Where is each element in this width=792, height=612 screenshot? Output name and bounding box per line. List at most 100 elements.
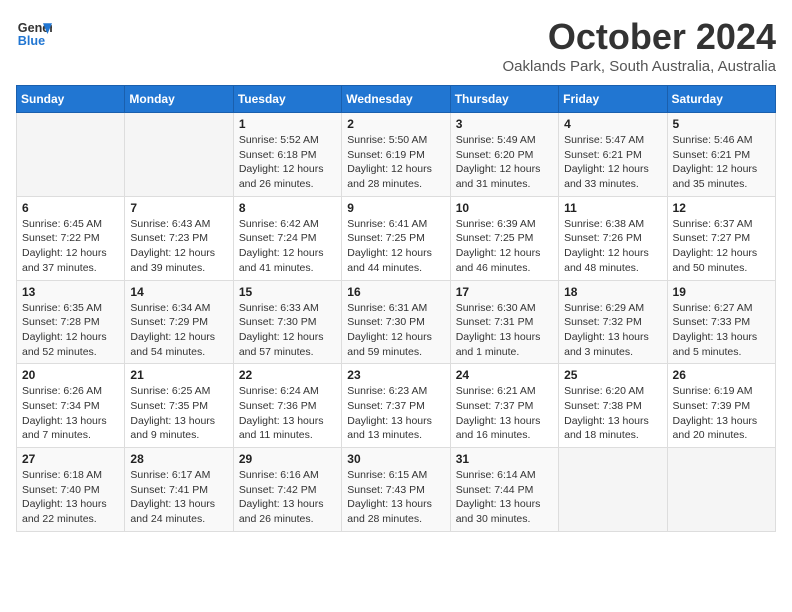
calendar-cell: 7 Sunrise: 6:43 AM Sunset: 7:23 PM Daylig… <box>125 196 233 280</box>
calendar-cell: 2Sunrise: 5:50 AM Sunset: 6:19 PM Daylig… <box>342 113 450 197</box>
svg-text:Blue: Blue <box>18 34 45 48</box>
calendar-cell: 9 Sunrise: 6:41 AM Sunset: 7:25 PM Daylig… <box>342 196 450 280</box>
calendar-cell: 3 Sunrise: 5:49 AM Sunset: 6:20 PM Daylig… <box>450 113 558 197</box>
day-number: 27 <box>22 452 119 466</box>
day-info: Sunrise: 5:49 AM Sunset: 6:20 PM Dayligh… <box>456 133 553 192</box>
day-info: Sunrise: 6:45 AM Sunset: 7:22 PM Dayligh… <box>22 217 119 276</box>
day-number: 3 <box>456 117 553 131</box>
calendar-cell: 15 Sunrise: 6:33 AM Sunset: 7:30 PM Dayli… <box>233 280 341 364</box>
calendar-cell: 20 Sunrise: 6:26 AM Sunset: 7:34 PM Dayli… <box>17 364 125 448</box>
day-number: 19 <box>673 285 770 299</box>
day-number: 1 <box>239 117 336 131</box>
day-info: Sunrise: 6:39 AM Sunset: 7:25 PM Dayligh… <box>456 217 553 276</box>
header-day-tuesday: Tuesday <box>233 86 341 113</box>
month-title: October 2024 <box>503 16 776 58</box>
calendar-cell: 6 Sunrise: 6:45 AM Sunset: 7:22 PM Daylig… <box>17 196 125 280</box>
calendar-week-row: 20 Sunrise: 6:26 AM Sunset: 7:34 PM Dayli… <box>17 364 776 448</box>
calendar-table: SundayMondayTuesdayWednesdayThursdayFrid… <box>16 85 776 532</box>
header-day-monday: Monday <box>125 86 233 113</box>
day-info: Sunrise: 6:31 AM Sunset: 7:30 PM Dayligh… <box>347 301 444 360</box>
logo: General Blue <box>16 16 52 52</box>
header-day-saturday: Saturday <box>667 86 775 113</box>
calendar-cell <box>559 448 667 532</box>
day-info: Sunrise: 6:14 AM Sunset: 7:44 PM Dayligh… <box>456 468 553 527</box>
day-info: Sunrise: 6:19 AM Sunset: 7:39 PM Dayligh… <box>673 384 770 443</box>
day-number: 5 <box>673 117 770 131</box>
header-day-wednesday: Wednesday <box>342 86 450 113</box>
day-number: 8 <box>239 201 336 215</box>
calendar-week-row: 6 Sunrise: 6:45 AM Sunset: 7:22 PM Daylig… <box>17 196 776 280</box>
calendar-cell: 16 Sunrise: 6:31 AM Sunset: 7:30 PM Dayli… <box>342 280 450 364</box>
day-info: Sunrise: 6:16 AM Sunset: 7:42 PM Dayligh… <box>239 468 336 527</box>
day-info: Sunrise: 6:29 AM Sunset: 7:32 PM Dayligh… <box>564 301 661 360</box>
day-number: 13 <box>22 285 119 299</box>
day-number: 16 <box>347 285 444 299</box>
day-number: 28 <box>130 452 227 466</box>
title-block: October 2024 Oaklands Park, South Austra… <box>503 16 776 75</box>
day-info: Sunrise: 6:17 AM Sunset: 7:41 PM Dayligh… <box>130 468 227 527</box>
day-info: Sunrise: 6:43 AM Sunset: 7:23 PM Dayligh… <box>130 217 227 276</box>
day-number: 11 <box>564 201 661 215</box>
calendar-cell: 23Sunrise: 6:23 AM Sunset: 7:37 PM Dayli… <box>342 364 450 448</box>
calendar-cell <box>125 113 233 197</box>
day-number: 21 <box>130 368 227 382</box>
day-number: 30 <box>347 452 444 466</box>
day-number: 7 <box>130 201 227 215</box>
day-info: Sunrise: 6:27 AM Sunset: 7:33 PM Dayligh… <box>673 301 770 360</box>
calendar-cell: 14Sunrise: 6:34 AM Sunset: 7:29 PM Dayli… <box>125 280 233 364</box>
calendar-week-row: 13 Sunrise: 6:35 AM Sunset: 7:28 PM Dayli… <box>17 280 776 364</box>
calendar-cell: 12 Sunrise: 6:37 AM Sunset: 7:27 PM Dayli… <box>667 196 775 280</box>
calendar-cell: 13 Sunrise: 6:35 AM Sunset: 7:28 PM Dayli… <box>17 280 125 364</box>
calendar-cell: 25Sunrise: 6:20 AM Sunset: 7:38 PM Dayli… <box>559 364 667 448</box>
header-day-sunday: Sunday <box>17 86 125 113</box>
calendar-cell: 26 Sunrise: 6:19 AM Sunset: 7:39 PM Dayli… <box>667 364 775 448</box>
day-info: Sunrise: 6:18 AM Sunset: 7:40 PM Dayligh… <box>22 468 119 527</box>
calendar-cell: 4 Sunrise: 5:47 AM Sunset: 6:21 PM Daylig… <box>559 113 667 197</box>
calendar-cell: 1 Sunrise: 5:52 AM Sunset: 6:18 PM Daylig… <box>233 113 341 197</box>
day-info: Sunrise: 6:30 AM Sunset: 7:31 PM Dayligh… <box>456 301 553 360</box>
header-day-thursday: Thursday <box>450 86 558 113</box>
day-info: Sunrise: 6:25 AM Sunset: 7:35 PM Dayligh… <box>130 384 227 443</box>
day-info: Sunrise: 6:15 AM Sunset: 7:43 PM Dayligh… <box>347 468 444 527</box>
calendar-cell: 11Sunrise: 6:38 AM Sunset: 7:26 PM Dayli… <box>559 196 667 280</box>
day-number: 12 <box>673 201 770 215</box>
day-number: 20 <box>22 368 119 382</box>
day-number: 4 <box>564 117 661 131</box>
day-number: 6 <box>22 201 119 215</box>
day-info: Sunrise: 6:35 AM Sunset: 7:28 PM Dayligh… <box>22 301 119 360</box>
day-number: 9 <box>347 201 444 215</box>
day-number: 29 <box>239 452 336 466</box>
day-info: Sunrise: 6:21 AM Sunset: 7:37 PM Dayligh… <box>456 384 553 443</box>
day-info: Sunrise: 6:26 AM Sunset: 7:34 PM Dayligh… <box>22 384 119 443</box>
calendar-cell: 5 Sunrise: 5:46 AM Sunset: 6:21 PM Daylig… <box>667 113 775 197</box>
day-info: Sunrise: 6:41 AM Sunset: 7:25 PM Dayligh… <box>347 217 444 276</box>
location-subtitle: Oaklands Park, South Australia, Australi… <box>503 58 776 75</box>
day-info: Sunrise: 6:23 AM Sunset: 7:37 PM Dayligh… <box>347 384 444 443</box>
day-info: Sunrise: 5:46 AM Sunset: 6:21 PM Dayligh… <box>673 133 770 192</box>
calendar-cell: 8Sunrise: 6:42 AM Sunset: 7:24 PM Daylig… <box>233 196 341 280</box>
calendar-header-row: SundayMondayTuesdayWednesdayThursdayFrid… <box>17 86 776 113</box>
day-info: Sunrise: 6:37 AM Sunset: 7:27 PM Dayligh… <box>673 217 770 276</box>
calendar-cell: 21 Sunrise: 6:25 AM Sunset: 7:35 PM Dayli… <box>125 364 233 448</box>
calendar-cell: 27 Sunrise: 6:18 AM Sunset: 7:40 PM Dayli… <box>17 448 125 532</box>
day-info: Sunrise: 5:47 AM Sunset: 6:21 PM Dayligh… <box>564 133 661 192</box>
day-number: 24 <box>456 368 553 382</box>
calendar-cell <box>667 448 775 532</box>
day-info: Sunrise: 6:33 AM Sunset: 7:30 PM Dayligh… <box>239 301 336 360</box>
day-number: 26 <box>673 368 770 382</box>
calendar-cell: 29 Sunrise: 6:16 AM Sunset: 7:42 PM Dayli… <box>233 448 341 532</box>
calendar-week-row: 1 Sunrise: 5:52 AM Sunset: 6:18 PM Daylig… <box>17 113 776 197</box>
calendar-cell: 17Sunrise: 6:30 AM Sunset: 7:31 PM Dayli… <box>450 280 558 364</box>
day-number: 15 <box>239 285 336 299</box>
header-day-friday: Friday <box>559 86 667 113</box>
day-number: 14 <box>130 285 227 299</box>
day-number: 10 <box>456 201 553 215</box>
calendar-cell: 10 Sunrise: 6:39 AM Sunset: 7:25 PM Dayli… <box>450 196 558 280</box>
calendar-cell: 22Sunrise: 6:24 AM Sunset: 7:36 PM Dayli… <box>233 364 341 448</box>
calendar-cell: 19 Sunrise: 6:27 AM Sunset: 7:33 PM Dayli… <box>667 280 775 364</box>
day-number: 22 <box>239 368 336 382</box>
calendar-cell: 24 Sunrise: 6:21 AM Sunset: 7:37 PM Dayli… <box>450 364 558 448</box>
day-info: Sunrise: 5:52 AM Sunset: 6:18 PM Dayligh… <box>239 133 336 192</box>
logo-icon: General Blue <box>16 16 52 52</box>
calendar-cell: 31Sunrise: 6:14 AM Sunset: 7:44 PM Dayli… <box>450 448 558 532</box>
